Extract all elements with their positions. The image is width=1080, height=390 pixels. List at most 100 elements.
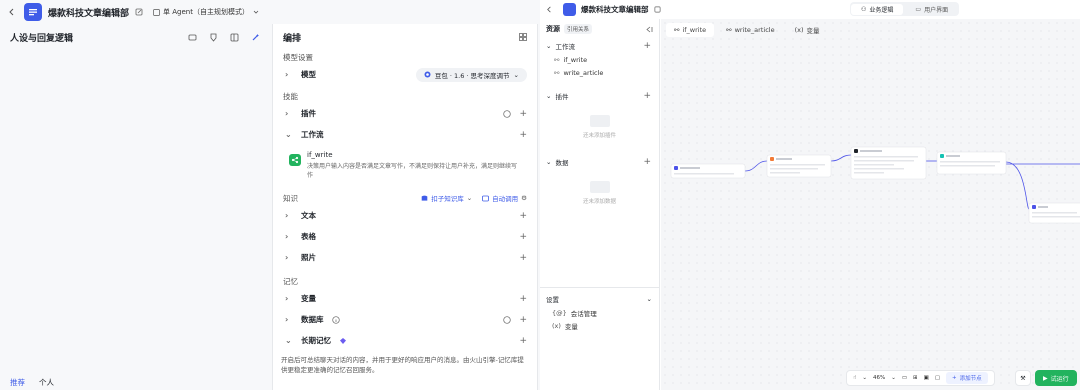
add-node-button[interactable]: + 添加节点 [946, 372, 988, 384]
model-row[interactable]: › 模型 豆包 · 1.6 · 思考深度调节 ⌄ [273, 64, 537, 85]
memory-item-database[interactable]: › 数据库 + [273, 309, 537, 330]
section-label: 工作流 [555, 43, 575, 51]
data-empty-state: 还未添加数据 [540, 169, 659, 217]
tab-personal[interactable]: 个人 [39, 377, 54, 388]
canvas-tab-write-article[interactable]: ⚯ write_article [718, 23, 782, 37]
arrange-header: 编排 [273, 24, 537, 50]
model-label: 模型 [301, 70, 316, 79]
chevron-right-icon: › [285, 294, 289, 303]
add-workflow-icon[interactable]: + [519, 130, 527, 140]
diamond-icon [339, 337, 347, 345]
start-node[interactable] [670, 163, 746, 179]
layout-icon[interactable] [230, 33, 239, 42]
add-database-icon[interactable]: + [519, 315, 527, 325]
intent-node[interactable] [850, 146, 927, 180]
edit-icon[interactable] [135, 8, 143, 16]
add-plugin-icon[interactable]: + [643, 91, 651, 101]
magic-wand-icon[interactable] [251, 33, 260, 42]
llm-node[interactable] [766, 154, 832, 178]
add-workflow-icon[interactable]: + [643, 41, 651, 51]
tab-business-logic[interactable]: ⚇ 业务逻辑 [851, 3, 904, 15]
chevron-down-icon[interactable]: ⌄ [862, 375, 867, 381]
resource-workflow-item[interactable]: ⚯ write_article [540, 66, 659, 79]
chevron-down-icon: ⌄ [546, 158, 552, 166]
image-icon[interactable]: ▣ [924, 375, 929, 381]
minimap-icon[interactable]: ▢ [935, 375, 940, 381]
plugins-section-header[interactable]: ⌄ 插件 + [540, 89, 659, 103]
skills-section-title: 技能 [283, 91, 298, 101]
doubao-icon [424, 71, 431, 78]
chevron-down-icon [253, 9, 259, 15]
condition-node[interactable] [936, 151, 1007, 175]
canvas-tab-if-write[interactable]: ⚯ if_write [666, 23, 715, 37]
chevron-down-icon[interactable]: ⌄ [891, 375, 896, 381]
knowledge-source-select[interactable]: 扣子知识库 ⌄ [421, 193, 472, 203]
template-icon[interactable] [188, 33, 197, 42]
chevron-right-icon: › [285, 253, 289, 262]
add-node-label: 添加节点 [959, 376, 982, 382]
knowledge-item-table[interactable]: › 表格 + [273, 226, 537, 247]
chevron-down-icon: ⌄ [466, 194, 473, 202]
reference-tag[interactable]: 引用关系 [564, 24, 593, 34]
memory-item-label: 数据库 [301, 315, 324, 324]
auto-icon[interactable] [503, 109, 512, 118]
tab-recommend[interactable]: 推荐 [10, 377, 25, 388]
add-variable-icon[interactable]: + [519, 294, 527, 304]
debug-tool-button[interactable]: ⚒ [1015, 370, 1031, 386]
add-plugin-icon[interactable]: + [519, 109, 527, 119]
auto-call-select[interactable]: 自动调用 ⚙ [482, 193, 527, 203]
memory-section-title: 记忆 [283, 276, 298, 286]
edit-icon[interactable] [654, 6, 661, 13]
add-long-term-icon[interactable]: + [519, 336, 527, 346]
workflow-icon: ⚯ [554, 55, 560, 64]
canvas-tab-variables[interactable]: (x) 变量 [787, 23, 828, 37]
workflow-section-header[interactable]: ⌄ 工作流 + [540, 39, 659, 53]
end-node[interactable] [1028, 202, 1080, 224]
knowledge-item-photo[interactable]: › 照片 + [273, 247, 537, 268]
settings-header[interactable]: 设置 ⌄ [540, 292, 660, 306]
app-logo [563, 3, 576, 16]
pointer-icon[interactable]: ☝ [853, 375, 856, 381]
workflow-card[interactable]: if_write 决策用户输入内容是否满足文章写作，不满足则保持让用户补充，满足… [283, 147, 527, 183]
top-bar: 爆款科技文章编辑部 单 Agent（自主规划模式） [0, 0, 540, 24]
auto-icon[interactable] [503, 315, 512, 324]
plugins-row[interactable]: › 插件 + [273, 103, 537, 124]
arrange-panel: 编排 模型设置 › 模型 豆包 · 1.6 · 思考深度调节 ⌄ 技能 › 插件 +… [272, 24, 538, 390]
back-icon[interactable] [546, 6, 553, 13]
memory-item-variable[interactable]: › 变量 + [273, 288, 537, 309]
app-title: 爆款科技文章编辑部 [48, 8, 130, 19]
tab-user-interface[interactable]: ▭ 用户界面 [905, 4, 958, 15]
chevron-down-icon: ⌄ [546, 92, 552, 100]
workflow-icon: ⚯ [554, 68, 560, 77]
settings-item-variable[interactable]: (x) 变量 [540, 319, 660, 332]
add-photo-icon[interactable]: + [519, 253, 527, 263]
data-section-header[interactable]: ⌄ 数据 + [540, 155, 659, 169]
test-run-button[interactable]: ▶ 试运行 [1035, 370, 1077, 386]
model-select[interactable]: 豆包 · 1.6 · 思考深度调节 ⌄ [415, 67, 527, 82]
grid-icon[interactable] [519, 33, 527, 41]
settings-icon: ⚙ [521, 194, 527, 202]
layout-icon[interactable]: ⊞ [913, 375, 918, 381]
collapse-icon[interactable] [646, 26, 653, 33]
add-data-icon[interactable]: + [643, 157, 651, 167]
back-icon[interactable] [8, 8, 16, 16]
canvas-tab-label: if_write [682, 26, 707, 34]
memory-item-long-term[interactable]: ⌄ 长期记忆 + [273, 330, 537, 351]
plugins-empty-state: 还未添加插件 [540, 103, 659, 151]
chevron-down-icon: ⌄ [285, 130, 292, 139]
knowledge-section-title: 知识 [283, 193, 298, 203]
add-table-icon[interactable]: + [519, 232, 527, 242]
optimize-icon[interactable] [209, 33, 218, 42]
agent-mode-select[interactable]: 单 Agent（自主规划模式） [153, 7, 259, 17]
view-tabs: ⚇ 业务逻辑 ▭ 用户界面 [850, 2, 960, 16]
workflow-canvas[interactable]: ⚯ if_write ⚯ write_article (x) 变量 ☝ ⌄ 46% ⌄… [661, 19, 1080, 390]
comment-icon[interactable]: ▭ [902, 375, 907, 381]
workflow-row[interactable]: ⌄ 工作流 + [273, 124, 537, 145]
add-text-icon[interactable]: + [519, 211, 527, 221]
settings-item-session[interactable]: {@} 会话管理 [540, 306, 660, 319]
info-icon[interactable] [331, 315, 340, 324]
knowledge-item-text[interactable]: › 文本 + [273, 205, 537, 226]
canvas-tabs: ⚯ if_write ⚯ write_article (x) 变量 [666, 23, 828, 37]
resource-workflow-item[interactable]: ⚯ if_write [540, 53, 659, 66]
zoom-level[interactable]: 46% [873, 375, 885, 381]
